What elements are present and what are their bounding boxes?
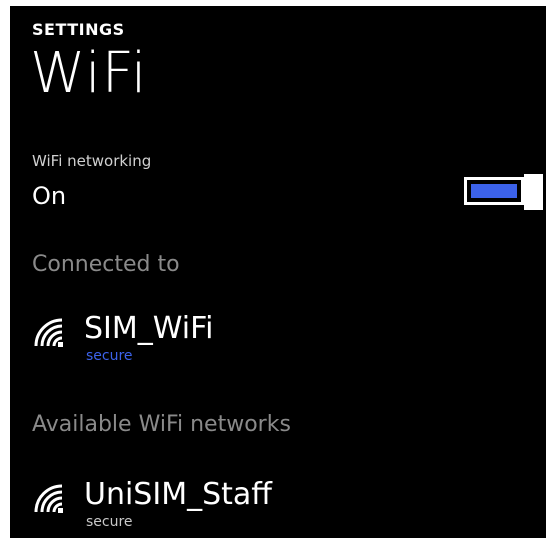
network-security-status: secure [86, 348, 133, 364]
network-security-status: secure [86, 514, 133, 530]
connected-network-item[interactable]: SIM_WiFi secure [32, 312, 512, 372]
connected-to-header: Connected to [32, 252, 180, 277]
network-name: UniSIM_Staff [84, 477, 272, 512]
page-title: WiFi [30, 41, 148, 106]
wifi-networking-state: On [32, 182, 67, 210]
network-name: SIM_WiFi [84, 311, 214, 346]
wifi-signal-icon [32, 318, 66, 348]
toggle-track [464, 177, 524, 205]
wifi-settings-screen: SETTINGS WiFi WiFi networking On Connect… [10, 6, 546, 538]
toggle-fill [471, 184, 517, 198]
settings-section-label: SETTINGS [32, 20, 125, 39]
wifi-signal-icon [32, 484, 66, 514]
available-networks-header: Available WiFi networks [32, 412, 291, 437]
wifi-networking-caption: WiFi networking [32, 152, 152, 170]
wifi-toggle-switch[interactable] [464, 174, 544, 210]
toggle-thumb[interactable] [524, 174, 543, 210]
available-network-item[interactable]: UniSIM_Staff secure [32, 478, 512, 538]
